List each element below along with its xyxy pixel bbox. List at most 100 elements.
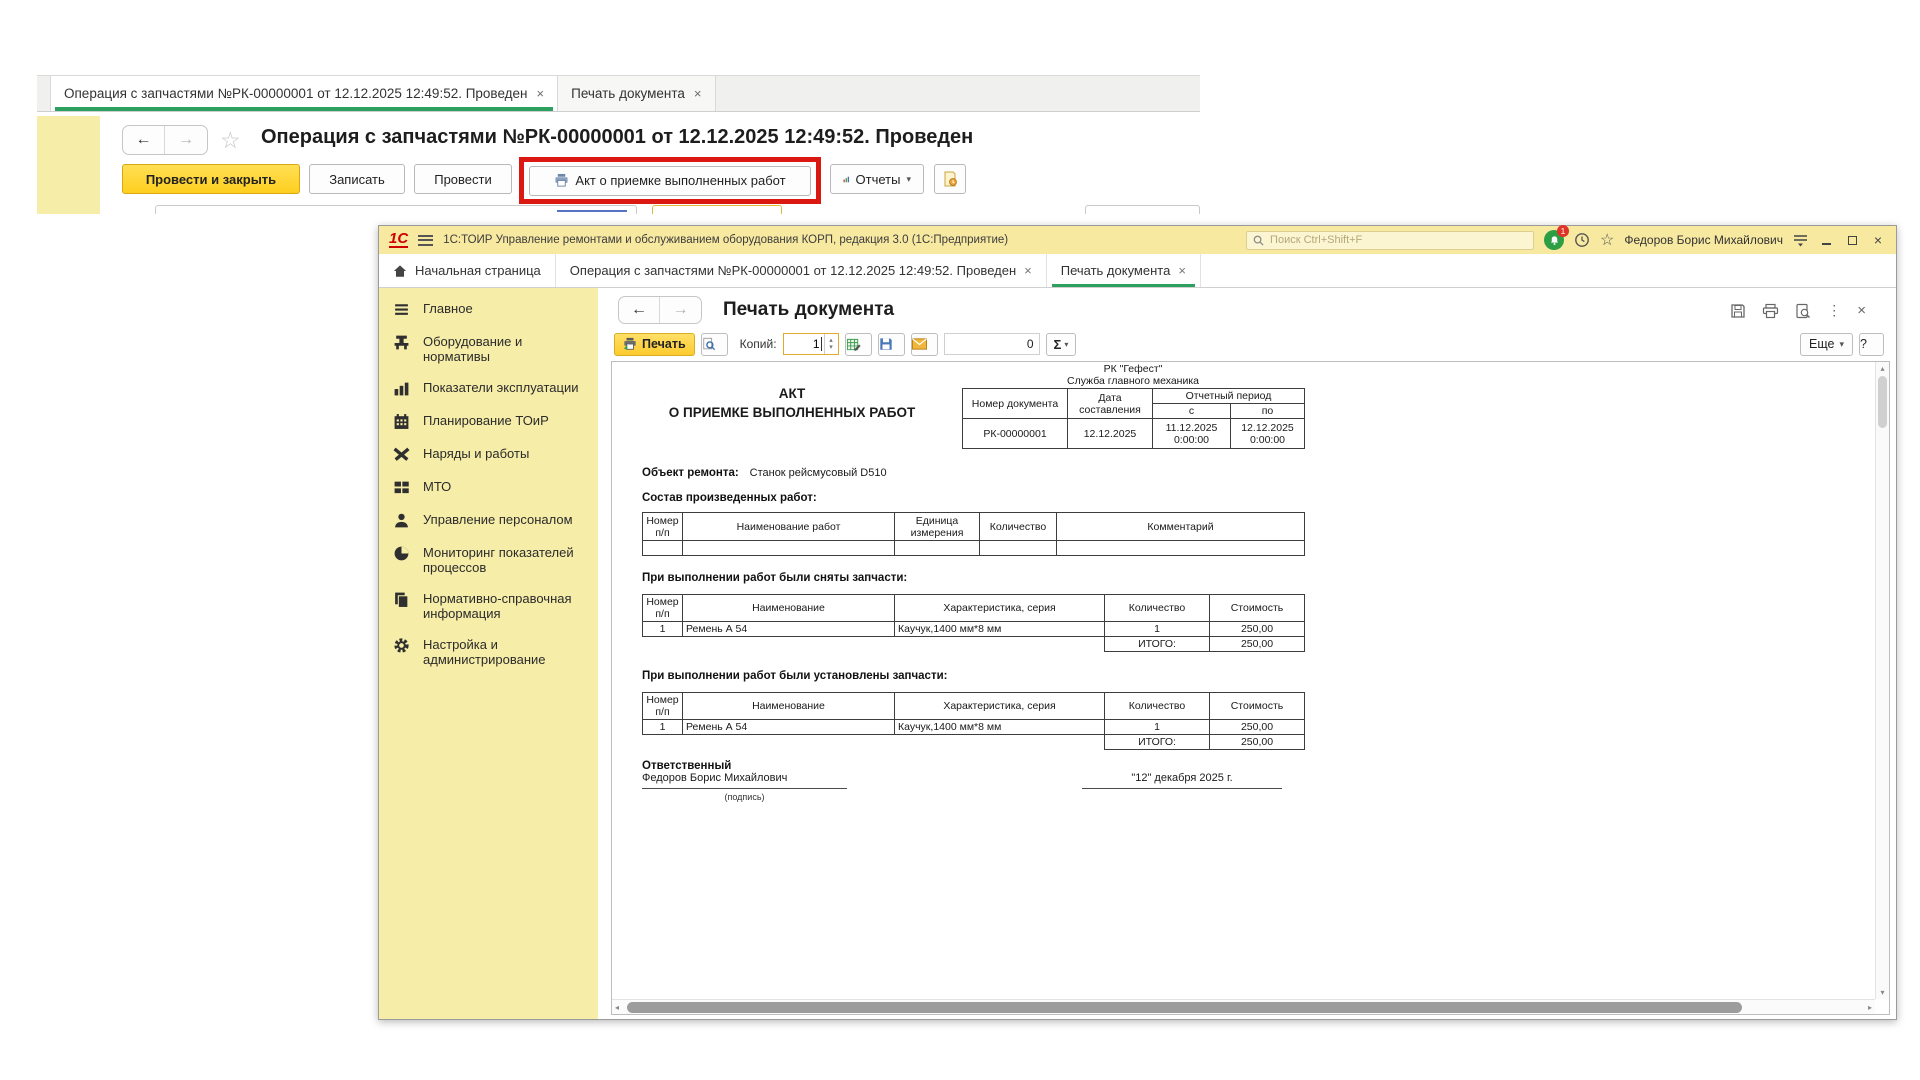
parts-col-qty: Количество	[1105, 595, 1210, 622]
operation-form-fragment: Операция с запчастями №РК-00000001 от 12…	[37, 75, 1200, 215]
sidebar-item-main[interactable]: Главное	[379, 293, 598, 326]
act-title-line1: АКТ	[642, 386, 942, 401]
sum-field[interactable]: 0	[944, 333, 1040, 355]
favorites-star-icon[interactable]: ☆	[1600, 230, 1614, 250]
help-button[interactable]: ?	[1859, 333, 1884, 356]
save-file-button[interactable]	[878, 333, 905, 356]
parts-col-cost: Стоимость	[1210, 595, 1305, 622]
back-icon[interactable]: ←	[619, 297, 660, 323]
cutoff-field	[1085, 205, 1200, 214]
stepper-down-icon[interactable]: ▾	[829, 344, 833, 351]
history-clock-icon[interactable]	[1574, 232, 1590, 248]
tab-close-icon[interactable]: ×	[537, 86, 545, 101]
edit-table-button[interactable]	[845, 333, 872, 356]
tab-close-icon[interactable]: ×	[1178, 263, 1186, 278]
tab-close-icon[interactable]: ×	[694, 86, 702, 101]
floppy-icon	[879, 337, 893, 351]
app-window: 1С 1С:ТОИР Управление ремонтами и обслуж…	[378, 225, 1897, 1020]
tab-home[interactable]: Начальная страница	[379, 254, 556, 287]
tab-print-label: Печать документа	[1061, 263, 1171, 278]
parts-col-spec: Характеристика, серия	[895, 595, 1105, 622]
post-button[interactable]: Провести	[414, 164, 512, 194]
parts-col-name: Наименование	[683, 693, 895, 720]
total-label: ИТОГО:	[1105, 735, 1210, 750]
fragment-tab-bar: Операция с запчастями №РК-00000001 от 12…	[37, 75, 1200, 112]
horizontal-scrollbar[interactable]: ◂ ▸	[612, 999, 1875, 1014]
vertical-scrollbar[interactable]: ▴ ▾	[1875, 362, 1889, 999]
sidebar-item-equipment[interactable]: Оборудование и нормативы	[379, 326, 598, 372]
reports-button[interactable]: Отчеты ▾	[830, 164, 924, 194]
act-print-button[interactable]: Акт о приемке выполненных работ	[529, 166, 811, 196]
post-and-close-button[interactable]: Провести и закрыть	[122, 164, 300, 194]
service-menu-icon[interactable]	[1793, 234, 1808, 247]
parts-col-qty: Количество	[1105, 693, 1210, 720]
save-icon[interactable]	[1730, 303, 1746, 319]
preview-button[interactable]	[701, 333, 728, 356]
tab-operation[interactable]: Операция с запчастями №РК-00000001 от 12…	[556, 254, 1047, 287]
repair-object-value: Станок рейсмусовый D510	[750, 467, 887, 479]
write-button[interactable]: Записать	[309, 164, 405, 194]
sidebar-item-personnel[interactable]: Управление персоналом	[379, 504, 598, 537]
removed-parts-label: При выполнении работ были сняты запчасти…	[642, 572, 907, 584]
works-col-name: Наименование работ	[683, 513, 895, 541]
gear-icon	[393, 637, 410, 654]
tab-print-document[interactable]: Печать документа ×	[1047, 254, 1201, 287]
nav-arrows: ← →	[618, 296, 702, 324]
sidebar-item-monitoring[interactable]: Мониторинг показателей процессов	[379, 537, 598, 583]
maximize-button[interactable]	[1844, 232, 1860, 248]
scroll-down-icon[interactable]: ▾	[1880, 988, 1884, 997]
sidebar-item-planning[interactable]: Планирование ТОиР	[379, 405, 598, 438]
sigma-icon: Σ	[1054, 337, 1062, 352]
close-pane-icon[interactable]: ×	[1857, 302, 1866, 319]
cutoff-field-highlighted	[652, 205, 782, 214]
scroll-right-icon[interactable]: ▸	[1868, 1003, 1872, 1012]
sidebar-item-reference-info[interactable]: Нормативно-справочная информация	[379, 583, 598, 629]
horizontal-scroll-thumb[interactable]	[627, 1002, 1742, 1013]
vertical-scroll-thumb[interactable]	[1878, 376, 1887, 428]
window-tab-bar: Начальная страница Операция с запчастями…	[379, 254, 1896, 288]
file-history-button[interactable]	[934, 164, 966, 194]
tools-icon	[393, 446, 410, 463]
installed-parts-label: При выполнении работ были установлены за…	[642, 670, 947, 682]
sidebar-item-work-orders[interactable]: Наряды и работы	[379, 438, 598, 471]
print-button[interactable]: Печать	[614, 333, 695, 356]
forward-icon[interactable]: →	[165, 126, 207, 154]
scroll-up-icon[interactable]: ▴	[1880, 364, 1884, 373]
global-search-input[interactable]: Поиск Ctrl+Shift+F	[1246, 231, 1534, 250]
user-name[interactable]: Федоров Борис Михайлович	[1624, 233, 1783, 247]
parts-col-number: Номер п/п	[643, 595, 683, 622]
sidebar-item-settings[interactable]: Настройка и администрирование	[379, 629, 598, 675]
minimize-button[interactable]	[1818, 232, 1834, 248]
print-icon[interactable]	[1762, 303, 1779, 319]
close-window-button[interactable]: ×	[1870, 232, 1886, 248]
forward-icon[interactable]: →	[660, 297, 701, 323]
main-menu-icon[interactable]	[418, 235, 433, 246]
repair-object-label: Объект ремонта:	[642, 467, 739, 479]
works-section-label: Состав произведенных работ:	[642, 492, 817, 504]
doc-date-line: "12" декабря 2025 г.	[1082, 772, 1282, 789]
sidebar-item-indicators[interactable]: Показатели эксплуатации	[379, 372, 598, 405]
more-button[interactable]: Еще ▾	[1800, 333, 1853, 356]
tab-close-icon[interactable]: ×	[1024, 263, 1032, 278]
more-actions-icon[interactable]: ⋮	[1827, 302, 1841, 319]
responsible-name: Федоров Борис Михайлович	[642, 772, 847, 789]
favorite-star-icon[interactable]: ☆	[220, 127, 241, 154]
notifications-bell-icon[interactable]: 1	[1544, 230, 1564, 250]
sidebar-item-mto[interactable]: МТО	[379, 471, 598, 504]
preview-icon[interactable]	[1795, 303, 1811, 319]
tab-print-document[interactable]: Печать документа ×	[558, 76, 715, 111]
stepper-up-icon[interactable]: ▴	[829, 337, 833, 344]
send-email-button[interactable]	[911, 333, 938, 356]
period-to: 12.12.20250:00:00	[1231, 419, 1305, 449]
back-icon[interactable]: ←	[123, 126, 165, 154]
doc-header-table: Номер документа Дата составления Отчетны…	[962, 388, 1305, 449]
tab-operation[interactable]: Операция с запчастями №РК-00000001 от 12…	[51, 76, 558, 111]
doc-date: 12.12.2025	[1068, 419, 1153, 449]
autosum-button[interactable]: Σ ▾	[1046, 333, 1077, 356]
copies-stepper[interactable]: 1 ▴▾	[783, 333, 839, 355]
search-placeholder: Поиск Ctrl+Shift+F	[1270, 234, 1362, 246]
parts-col-number: Номер п/п	[643, 693, 683, 720]
print-toolbar: Печать Копий: 1 ▴▾ 0	[614, 332, 1884, 356]
table-pencil-icon	[846, 337, 861, 352]
scroll-left-icon[interactable]: ◂	[615, 1003, 619, 1012]
